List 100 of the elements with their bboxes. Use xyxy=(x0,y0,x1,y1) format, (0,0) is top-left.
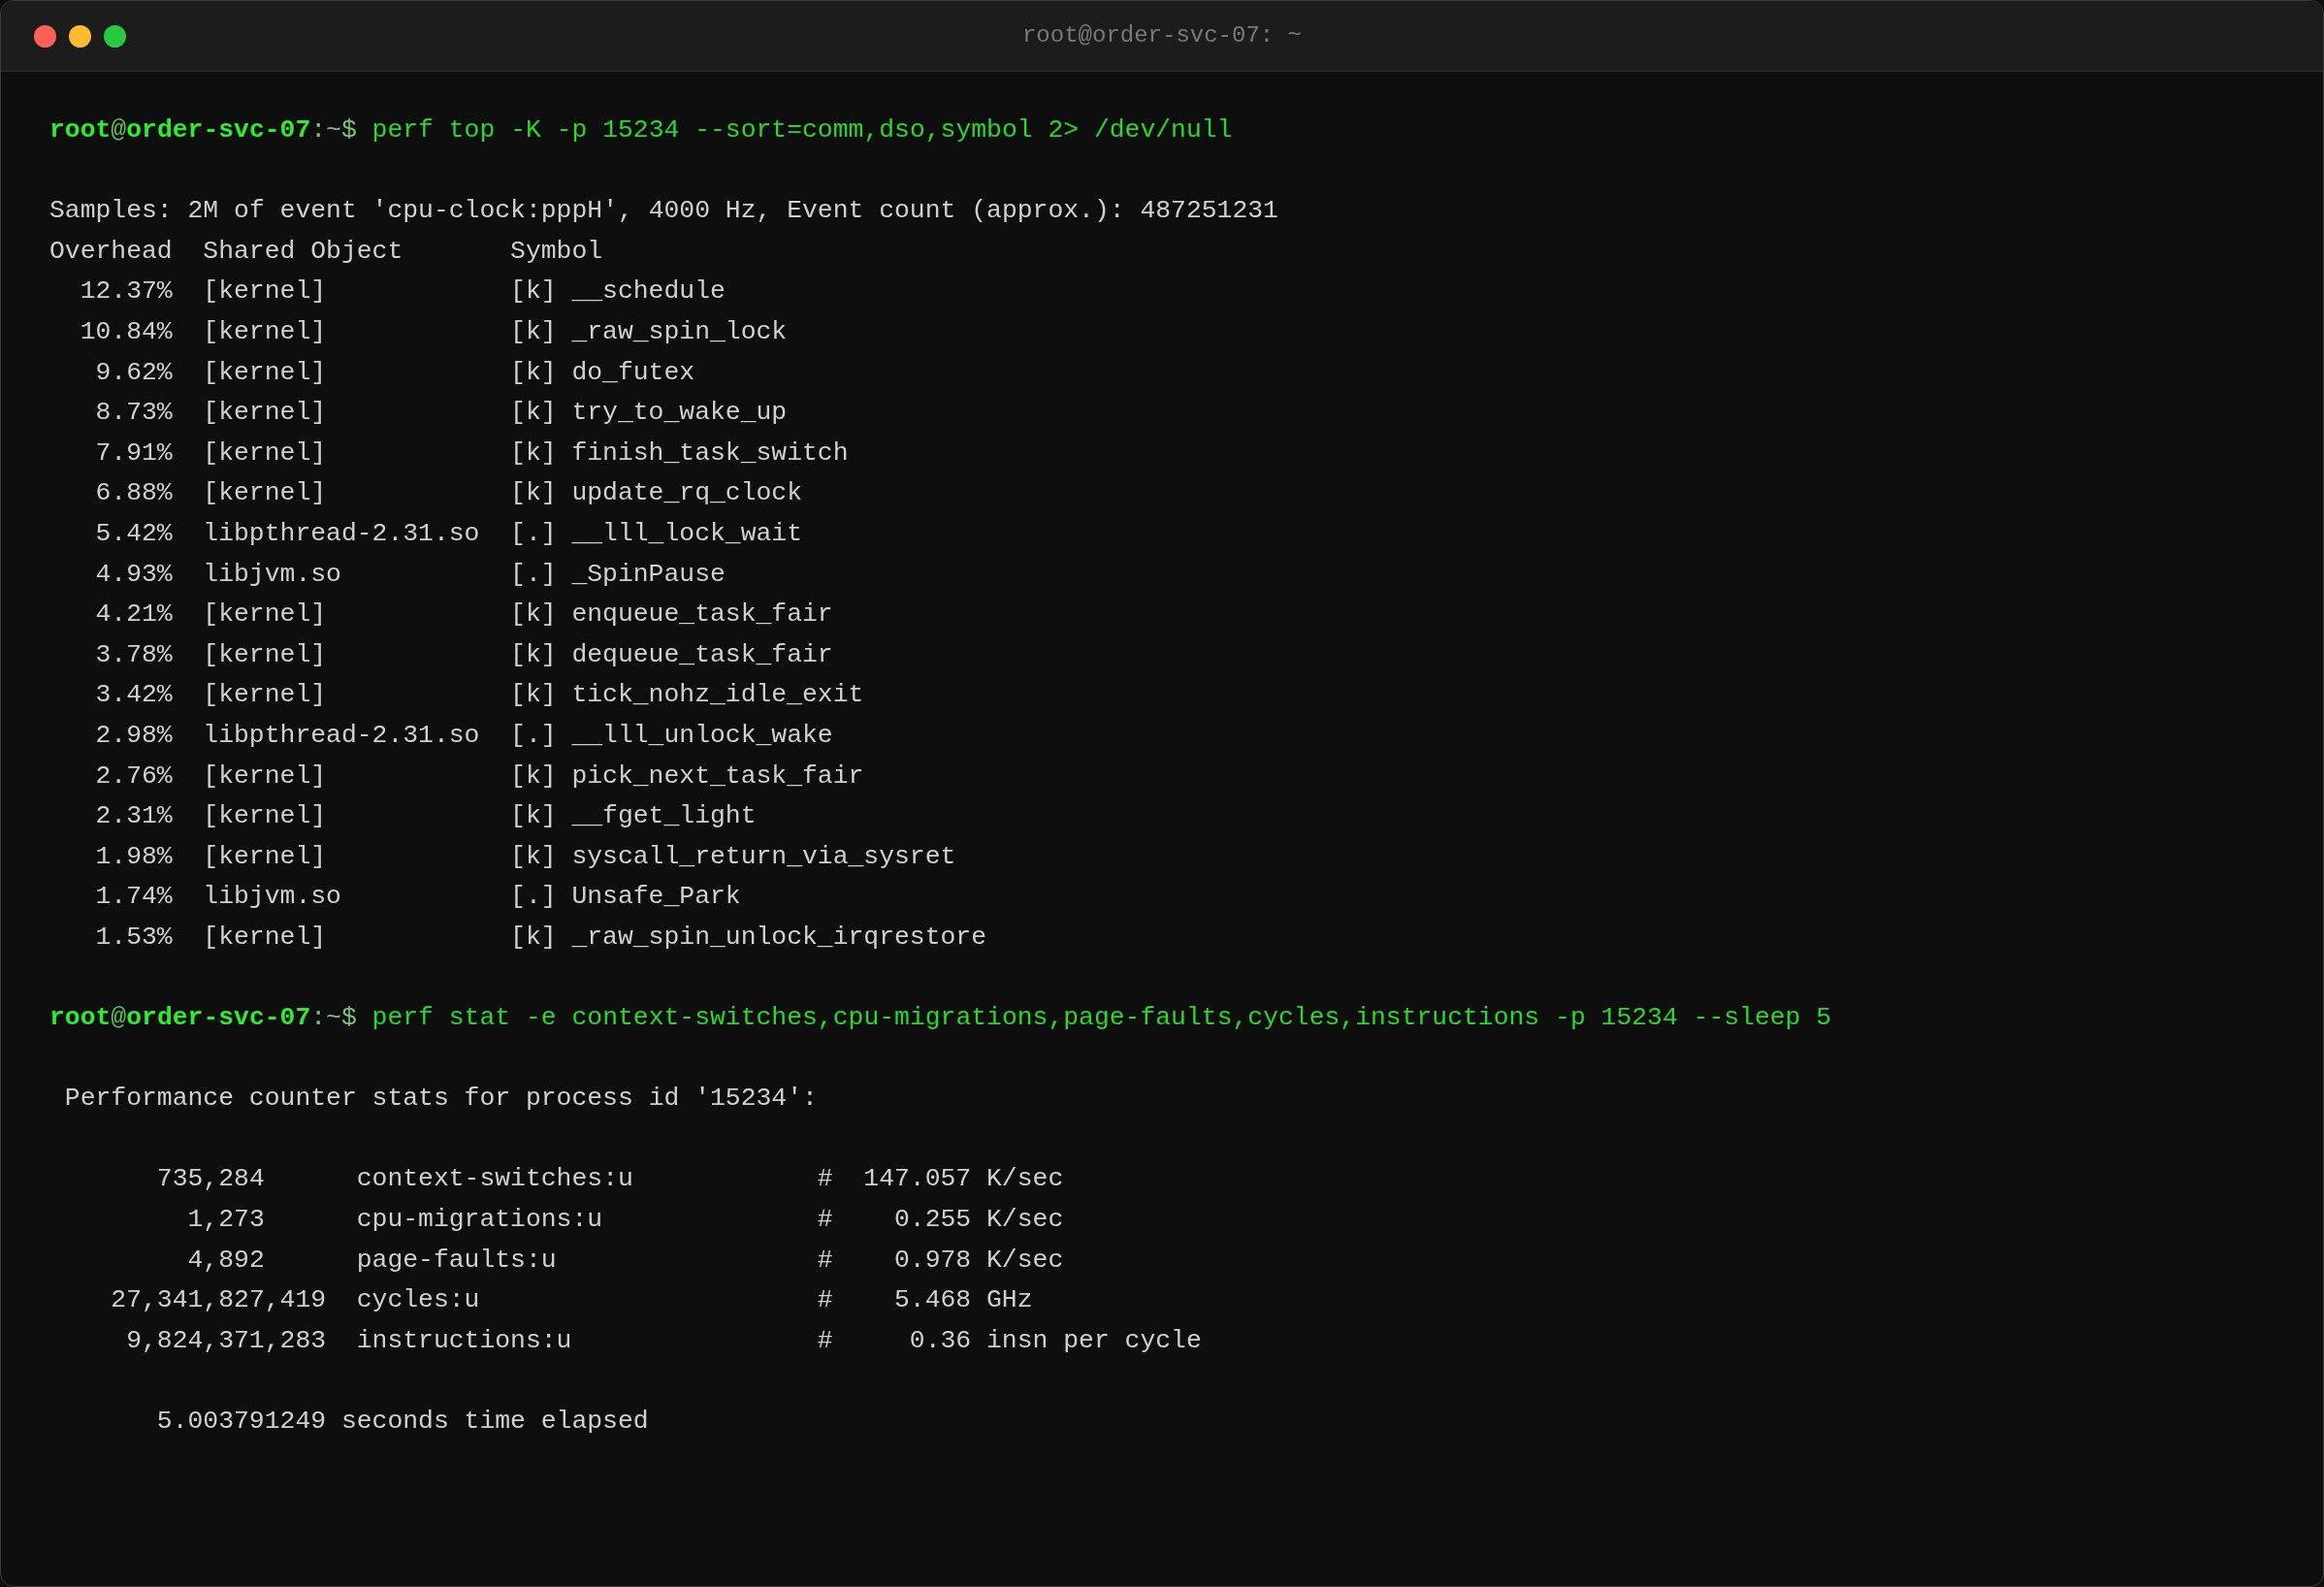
shared-object-cell: libjvm.so xyxy=(203,559,341,589)
symbol-cell-text: update_rq_clock xyxy=(571,477,802,510)
symbol-cell-text: __lll_unlock_wake xyxy=(571,719,833,752)
shared-object-cell: [kernel] xyxy=(203,316,327,346)
counter-value: 735,284 xyxy=(156,1163,265,1196)
metric-unit: K/sec xyxy=(986,1163,1064,1196)
overhead-cell-text: 4.21% xyxy=(95,599,173,632)
prompt-user: root xyxy=(49,1002,112,1035)
symbol-level-cell-text: [k] xyxy=(510,800,557,833)
counter-value: 9,824,371,283 xyxy=(126,1324,327,1357)
overhead-cell-text: 2.31% xyxy=(95,800,173,833)
close-button[interactable] xyxy=(34,25,56,48)
shared-object-cell: [kernel] xyxy=(203,398,327,428)
event-name: cycles:u xyxy=(356,1285,480,1315)
symbol-cell-text: finish_task_switch xyxy=(571,437,849,470)
event-name: instructions:u xyxy=(356,1325,572,1355)
comment-mark: # xyxy=(817,1244,833,1277)
output-text: Performance counter stats for process id '15234': xyxy=(64,1083,818,1116)
symbol-level-cell-text: [k] xyxy=(510,679,557,712)
prompt-user: root xyxy=(49,114,112,146)
symbol-level-cell-text: [k] xyxy=(510,599,557,632)
column-header: Symbol xyxy=(510,236,603,266)
shared-object-cell: [kernel] xyxy=(203,599,327,630)
prompt-at: @ xyxy=(111,1002,127,1035)
symbol-cell-text: enqueue_task_fair xyxy=(571,599,833,632)
overhead-cell-text: 9.62% xyxy=(95,356,173,389)
symbol-level-cell-text: [k] xyxy=(510,397,557,430)
output-text: Samples: 2M of event 'cpu-clock:pppH', 4000 Hz, Event count (approx.): 487251231 xyxy=(49,195,1278,228)
symbol-level-cell-text: [k] xyxy=(510,840,557,873)
metric-unit: K/sec xyxy=(986,1244,1064,1277)
metric-unit: K/sec xyxy=(986,1204,1064,1237)
minimize-button[interactable] xyxy=(69,25,91,48)
symbol-level-cell-text: [.] xyxy=(510,517,557,550)
zoom-button[interactable] xyxy=(104,25,126,48)
metric-value: 147.057 xyxy=(863,1163,972,1196)
column-header: Shared Object xyxy=(203,236,403,266)
shared-object-cell: [kernel] xyxy=(203,357,327,387)
symbol-level-cell-text: [k] xyxy=(510,638,557,671)
counter-value: 4,892 xyxy=(187,1244,265,1277)
overhead-cell-text: 6.88% xyxy=(95,477,173,510)
symbol-cell-text: _raw_spin_lock xyxy=(571,315,788,348)
elapsed-value: 5.003791249 xyxy=(156,1406,327,1438)
symbol-level-cell-text: [.] xyxy=(510,881,557,914)
shared-object-cell: [kernel] xyxy=(203,437,327,468)
counter-value: 1,273 xyxy=(187,1204,265,1237)
metric-value: 0.36 xyxy=(909,1324,972,1357)
comment-mark: # xyxy=(817,1284,833,1317)
elapsed-label: seconds time elapsed xyxy=(340,1406,649,1438)
symbol-cell-text: __schedule xyxy=(571,275,726,308)
prompt-path: :~$ xyxy=(310,114,357,146)
counter-value: 27,341,827,419 xyxy=(111,1284,327,1317)
comment-mark: # xyxy=(817,1324,833,1357)
symbol-cell-text: dequeue_task_fair xyxy=(571,638,833,671)
symbol-level-cell-text: [k] xyxy=(510,921,557,954)
overhead-cell-text: 1.74% xyxy=(95,881,173,914)
symbol-level-cell-text: [.] xyxy=(510,558,557,591)
overhead-cell-text: 3.78% xyxy=(95,638,173,671)
symbol-cell-text: tick_nohz_idle_exit xyxy=(571,679,864,712)
shared-object-cell: [kernel] xyxy=(203,801,327,831)
metric-unit: insn per cycle xyxy=(986,1324,1202,1357)
shared-object-cell: [kernel] xyxy=(203,680,327,710)
symbol-cell-text: __lll_lock_wait xyxy=(571,517,802,550)
overhead-cell-text: 8.73% xyxy=(95,397,173,430)
prompt-path: :~$ xyxy=(310,1002,357,1035)
symbol-level-cell-text: [k] xyxy=(510,356,557,389)
shared-object-cell: libjvm.so xyxy=(203,882,341,912)
symbol-cell-text: try_to_wake_up xyxy=(571,397,788,430)
symbol-cell-text: __fget_light xyxy=(571,800,757,833)
event-name: page-faults:u xyxy=(356,1245,557,1275)
shared-object-cell: [kernel] xyxy=(203,639,327,669)
metric-value: 0.255 xyxy=(894,1204,972,1237)
shared-object-cell: [kernel] xyxy=(203,761,327,791)
overhead-cell-text: 2.98% xyxy=(95,719,173,752)
prompt-host: order-svc-07 xyxy=(126,114,311,146)
symbol-cell-text: do_futex xyxy=(571,356,695,389)
symbol-level-cell-text: [k] xyxy=(510,275,557,308)
column-header: Overhead xyxy=(49,236,173,266)
overhead-cell-text: 1.53% xyxy=(95,921,173,954)
symbol-cell-text: _SpinPause xyxy=(571,558,726,591)
symbol-cell-text: pick_next_task_fair xyxy=(571,760,864,793)
overhead-cell-text: 1.98% xyxy=(95,840,173,873)
prompt-host: order-svc-07 xyxy=(126,1002,311,1035)
symbol-level-cell-text: [k] xyxy=(510,760,557,793)
command-text: perf stat -e context-switches,cpu-migrations,page-faults,cycles,instructions -p 15234 --sleep 5 xyxy=(371,1002,1832,1035)
metric-value: 5.468 xyxy=(894,1284,972,1317)
shared-object-cell: libpthread-2.31.so xyxy=(203,518,480,548)
symbol-cell-text: _raw_spin_unlock_irqrestore xyxy=(571,921,987,954)
symbol-cell-text: syscall_return_via_sysret xyxy=(571,840,956,873)
prompt-at: @ xyxy=(111,114,127,146)
comment-mark: # xyxy=(817,1204,833,1237)
overhead-cell-text: 4.93% xyxy=(95,558,173,591)
overhead-cell-text: 12.37% xyxy=(80,275,173,308)
symbol-level-cell-text: [k] xyxy=(510,477,557,510)
shared-object-cell: libpthread-2.31.so xyxy=(203,720,480,750)
metric-value: 0.978 xyxy=(894,1244,972,1277)
command-text: perf top -K -p 15234 --sort=comm,dso,symbol 2> /dev/null xyxy=(371,114,1233,146)
event-name: cpu-migrations:u xyxy=(356,1205,603,1235)
shared-object-cell: [kernel] xyxy=(203,478,327,508)
symbol-cell-text: Unsafe_Park xyxy=(571,881,741,914)
overhead-cell-text: 2.76% xyxy=(95,760,173,793)
